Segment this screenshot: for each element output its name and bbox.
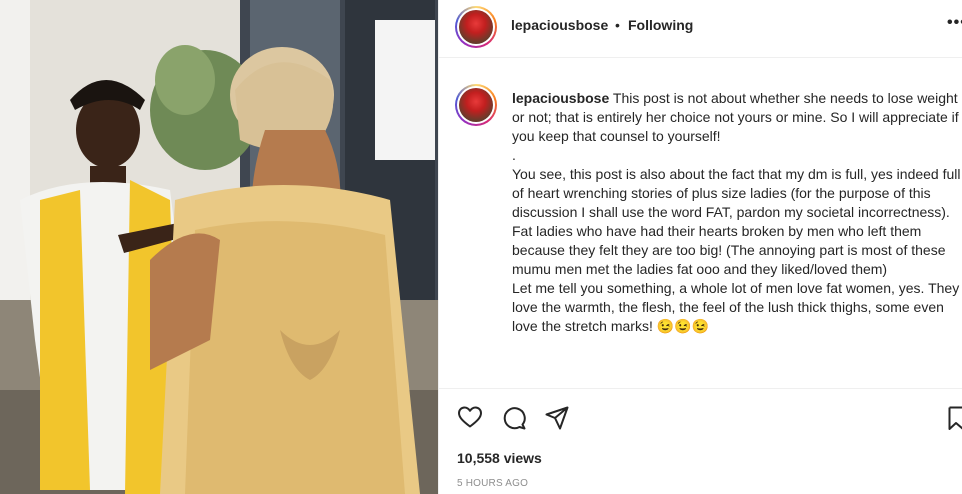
post-detail-panel: lepaciousbose • Following ••• lepaciousb… [438,0,962,494]
following-button[interactable]: Following [628,17,693,33]
heart-icon[interactable] [457,405,483,434]
more-options-icon[interactable]: ••• [947,14,962,32]
action-bar: 10,558 views 5 HOURS AGO [439,388,962,494]
video-frame [0,0,438,494]
post-header: lepaciousbose • Following ••• [439,0,962,58]
comment-icon[interactable] [501,405,527,436]
post-timestamp[interactable]: 5 HOURS AGO [457,478,528,489]
views-count[interactable]: 10,558 views [457,450,542,466]
caption-username[interactable]: lepaciousbose [512,90,609,106]
caption-text: lepaciousbose This post is not about whe… [512,89,962,336]
caption-author-avatar[interactable] [455,84,497,126]
author-username[interactable]: lepaciousbose [511,17,608,33]
bookmark-icon[interactable] [948,405,962,436]
share-icon[interactable] [544,405,570,436]
separator-dot: • [615,17,620,33]
author-avatar[interactable] [455,6,497,48]
caption-body: This post is not about whether she needs… [512,90,961,334]
post-video[interactable] [0,0,438,494]
caption-section: lepaciousbose This post is not about whe… [439,58,962,388]
